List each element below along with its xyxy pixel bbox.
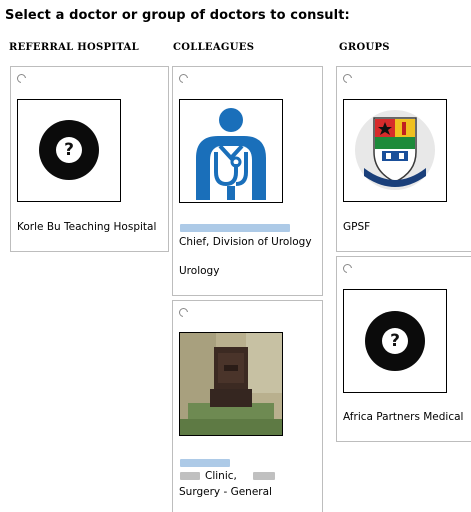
page-title: Select a doctor or group of doctors to c…: [5, 8, 350, 23]
redacted-clinic-prefix: [180, 472, 200, 480]
group-africa-partners-radio[interactable]: [343, 264, 352, 273]
photo-avatar: [179, 332, 283, 436]
referral-korle-bu-radio[interactable]: [17, 74, 26, 83]
referral-card-korle-bu[interactable]: ? Korle Bu Teaching Hospital: [10, 66, 169, 252]
group-name: GPSF: [343, 221, 371, 233]
crest-logo: [343, 99, 447, 202]
colleague-urology-radio[interactable]: [179, 74, 188, 83]
column-header-referral-hospital: REFERRAL HOSPITAL: [9, 42, 139, 53]
redacted-doctor-name: [180, 224, 290, 232]
colleague-title: Chief, Division of Urology: [179, 236, 312, 248]
colleague-card-urology[interactable]: Chief, Division of Urology Urology: [172, 66, 323, 296]
column-header-groups: GROUPS: [339, 42, 390, 53]
redacted-clinic-suffix: [253, 472, 275, 480]
colleague-surgery-radio[interactable]: [179, 308, 188, 317]
doctor-stethoscope-icon: [179, 99, 283, 203]
group-gpsf-radio[interactable]: [343, 74, 352, 83]
column-header-colleagues: COLLEAGUES: [173, 42, 255, 53]
referral-name: Korle Bu Teaching Hospital: [17, 221, 157, 233]
colleague-specialty: Urology: [179, 265, 220, 277]
group-name: Africa Partners Medical: [343, 411, 464, 423]
redacted-doctor-name: [180, 459, 230, 467]
question-mark-icon: ?: [343, 289, 447, 393]
group-card-gpsf[interactable]: GPSF: [336, 66, 471, 252]
question-mark-icon: ?: [17, 99, 121, 202]
consult-selection-page: Select a doctor or group of doctors to c…: [0, 0, 471, 512]
colleague-specialty: Surgery - General: [179, 486, 272, 498]
group-card-africa-partners-medical[interactable]: ? Africa Partners Medical: [336, 256, 471, 442]
colleague-title: Clinic,: [205, 470, 237, 482]
colleague-card-surgery[interactable]: Clinic, Surgery - General: [172, 300, 323, 512]
